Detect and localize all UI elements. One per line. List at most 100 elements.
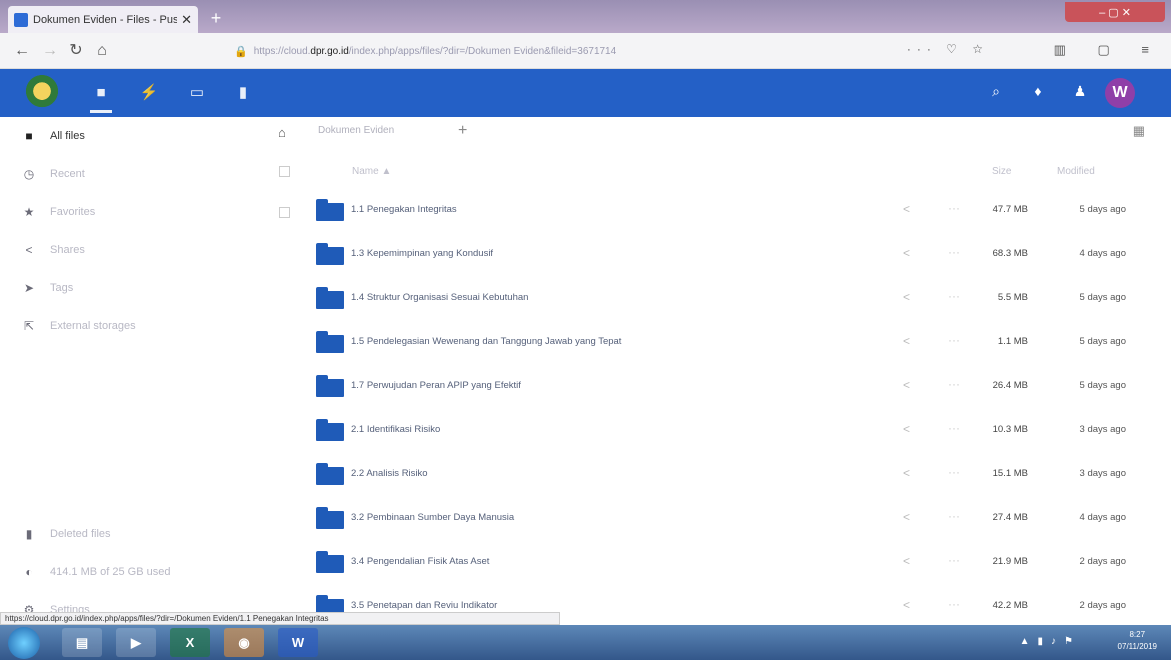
file-name[interactable]: 3.2 Pembinaan Sumber Daya Manusia <box>351 512 514 523</box>
more-actions-icon[interactable]: ··· <box>948 289 960 303</box>
add-new-icon[interactable]: + <box>458 122 467 140</box>
dpr-logo[interactable] <box>22 74 62 112</box>
file-size: 5.5 MB <box>997 292 1028 303</box>
share-icon[interactable]: < <box>903 290 910 304</box>
table-row[interactable]: 1.7 Perwujudan Peran APIP yang Efektif < ·… <box>262 367 1171 411</box>
table-row[interactable]: 3.4 Pengendalian Fisik Atas Aset < ··· 21.9… <box>262 543 1171 587</box>
breadcrumb-current[interactable]: Dokumen Eviden <box>318 125 394 136</box>
table-row[interactable]: 1.4 Struktur Organisasi Sesuai Kebutuhan… <box>262 279 1171 323</box>
gallery-app-icon[interactable]: ▭ <box>186 83 208 103</box>
table-row[interactable]: 1.3 Kepemimpinan yang Kondusif < ··· 68.3 M… <box>262 235 1171 279</box>
table-row[interactable]: 2.2 Analisis Risiko < ··· 15.1 MB 3 days ago <box>262 455 1171 499</box>
sidebar-item-favorites[interactable]: ★ Favorites <box>0 193 262 231</box>
file-name[interactable]: 3.4 Pengendalian Fisik Atas Aset <box>351 556 489 567</box>
sidebar-item-deleted-files[interactable]: ▮ Deleted files <box>0 515 262 553</box>
tab-close-icon[interactable]: ✕ <box>181 12 192 28</box>
back-arrow-icon[interactable]: ← <box>10 39 34 63</box>
file-name[interactable]: 1.3 Kepemimpinan yang Kondusif <box>351 248 493 259</box>
file-name[interactable]: 1.4 Struktur Organisasi Sesuai Kebutuhan <box>351 292 528 303</box>
file-name[interactable]: 1.1 Penegakan Integritas <box>351 204 457 215</box>
pie-chart-icon: ◐ <box>25 565 33 579</box>
sidebar-item-recent[interactable]: ◷ Recent <box>0 155 262 193</box>
page-actions-icons[interactable]: ··· ♡ ☆ <box>907 42 989 56</box>
share-icon[interactable]: < <box>903 334 910 348</box>
start-button[interactable] <box>8 627 40 659</box>
share-icon[interactable]: < <box>903 466 910 480</box>
notes-app-icon[interactable]: ▮ <box>232 83 254 103</box>
table-row[interactable]: 2.1 Identifikasi Risiko < ··· 10.3 MB 3 days… <box>262 411 1171 455</box>
more-actions-icon[interactable]: ··· <box>948 465 960 479</box>
sidebar-item-all-files[interactable]: ■ All files <box>0 117 262 155</box>
share-icon[interactable]: < <box>903 422 910 436</box>
share-icon[interactable]: < <box>903 378 910 392</box>
column-size[interactable]: Size <box>992 166 1011 177</box>
link-status-bar: https://cloud.dpr.go.id/index.php/apps/f… <box>0 612 560 625</box>
sidebar-item-shares[interactable]: < Shares <box>0 231 262 269</box>
table-row[interactable]: 3.2 Pembinaan Sumber Daya Manusia < ··· 27.… <box>262 499 1171 543</box>
file-name[interactable]: 2.2 Analisis Risiko <box>351 468 428 479</box>
left-sidebar: ■ All files ◷ Recent ★ Favorites < Share… <box>0 117 262 625</box>
word-taskbar-icon[interactable]: W <box>278 628 318 657</box>
share-icon[interactable]: < <box>903 202 910 216</box>
user-avatar[interactable]: W <box>1105 78 1135 108</box>
more-actions-icon[interactable]: ··· <box>948 597 960 611</box>
explorer-taskbar-icon[interactable]: ▤ <box>62 628 102 657</box>
browser-tab[interactable]: Dokumen Eviden - Files - Pus... ✕ <box>8 6 198 33</box>
file-modified: 5 days ago <box>1079 292 1126 303</box>
window-controls[interactable]: ‒ ▢ ✕ <box>1065 2 1165 22</box>
file-name[interactable]: 1.5 Pendelegasian Wewenang dan Tanggung … <box>351 336 621 347</box>
quota-label: 414.1 MB of 25 GB used <box>50 566 171 578</box>
activity-app-icon[interactable]: ⚡ <box>138 83 160 103</box>
more-actions-icon[interactable]: ··· <box>948 553 960 567</box>
files-app-icon[interactable]: ■ <box>90 83 112 113</box>
column-name[interactable]: Name ▲ <box>352 166 391 177</box>
table-row[interactable]: 1.5 Pendelegasian Wewenang dan Tanggung … <box>262 323 1171 367</box>
more-actions-icon[interactable]: ··· <box>948 509 960 523</box>
forward-arrow-icon[interactable]: → <box>38 39 62 63</box>
tag-icon: ➤ <box>23 281 35 295</box>
browser-menu-icons[interactable]: ▥ ▢ ≡ <box>1054 42 1163 58</box>
more-actions-icon[interactable]: ··· <box>948 377 960 391</box>
select-all-checkbox[interactable] <box>279 166 290 177</box>
file-name[interactable]: 3.5 Penetapan dan Reviu Indikator <box>351 600 497 611</box>
table-row[interactable]: 1.1 Penegakan Integritas < ··· 47.7 MB 5 day… <box>262 191 1171 235</box>
media-player-taskbar-icon[interactable]: ▶ <box>116 628 156 657</box>
file-size: 10.3 MB <box>992 424 1028 435</box>
notifications-icon[interactable]: ♦ <box>1027 83 1049 99</box>
reload-icon[interactable]: ↻ <box>64 39 88 63</box>
sidebar-item-external-storages[interactable]: ⇱ External storages <box>0 307 262 345</box>
breadcrumb: ⌂ Dokumen Eviden + ▦ <box>262 117 1171 147</box>
share-icon[interactable]: < <box>903 246 910 260</box>
more-actions-icon[interactable]: ··· <box>948 421 960 435</box>
folder-icon <box>316 419 344 441</box>
home-icon[interactable]: ⌂ <box>90 39 114 63</box>
more-actions-icon[interactable]: ··· <box>948 333 960 347</box>
share-icon[interactable]: < <box>903 598 910 612</box>
search-icon[interactable]: ⌕ <box>985 83 1007 100</box>
taskbar-clock[interactable]: 8:27 07/11/2019 <box>1118 629 1157 653</box>
folder-icon <box>316 331 344 353</box>
folder-icon <box>316 287 344 309</box>
share-icon[interactable]: < <box>903 554 910 568</box>
sidebar-item-tags[interactable]: ➤ Tags <box>0 269 262 307</box>
file-modified: 4 days ago <box>1079 512 1126 523</box>
excel-taskbar-icon[interactable]: X <box>170 628 210 657</box>
new-tab-button[interactable]: + <box>206 8 226 28</box>
folder-icon <box>316 375 344 397</box>
file-name[interactable]: 1.7 Perwujudan Peran APIP yang Efektif <box>351 380 521 391</box>
share-icon[interactable]: < <box>903 510 910 524</box>
file-modified: 5 days ago <box>1079 336 1126 347</box>
column-modified[interactable]: Modified <box>1057 166 1095 177</box>
file-list-area: ⌂ Dokumen Eviden + ▦ Name ▲ Size Modifie… <box>262 117 1171 625</box>
url-bar[interactable]: 🔒 https://cloud.dpr.go.id/index.php/apps… <box>224 37 984 65</box>
home-folder-icon[interactable]: ⌂ <box>278 125 286 140</box>
contacts-icon[interactable]: ♟ <box>1069 83 1091 100</box>
file-name[interactable]: 2.1 Identifikasi Risiko <box>351 424 440 435</box>
row-checkbox[interactable] <box>279 207 290 218</box>
more-actions-icon[interactable]: ··· <box>948 245 960 259</box>
grid-view-icon[interactable]: ▦ <box>1133 123 1145 139</box>
more-actions-icon[interactable]: ··· <box>948 201 960 215</box>
firefox-taskbar-icon[interactable]: ◉ <box>224 628 264 657</box>
sidebar-item-label: Recent <box>50 168 85 180</box>
system-tray-icons[interactable]: ▲▮♪⚑ <box>1020 636 1081 647</box>
